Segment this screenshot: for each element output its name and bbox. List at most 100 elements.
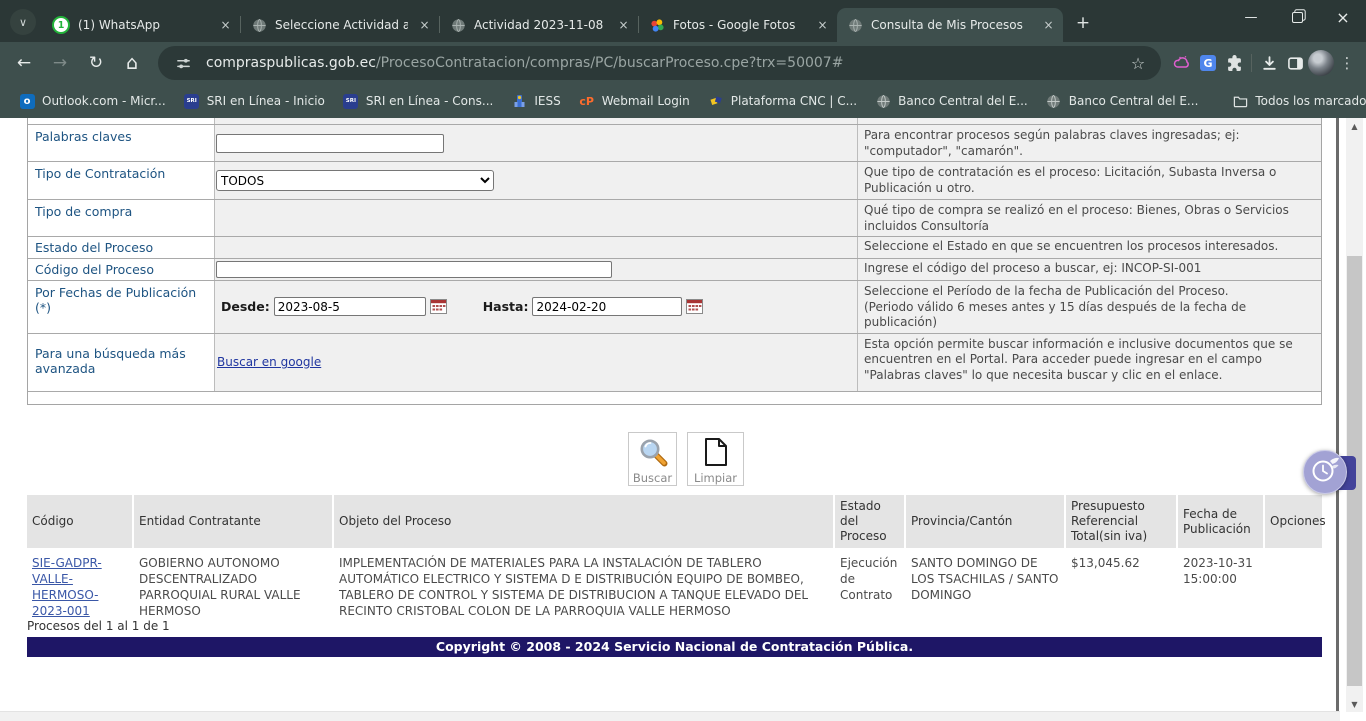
horizontal-scrollbar[interactable] [0,711,1340,721]
globe-icon [875,93,891,109]
limpiar-label: Limpiar [694,471,737,485]
window-controls: — × [1228,0,1366,42]
cpanel-icon: cP [579,93,595,109]
scroll-down-arrow[interactable]: ▼ [1346,696,1363,712]
forward-button[interactable]: → [44,47,76,79]
close-tab-icon[interactable]: × [416,17,433,34]
extensions-puzzle-icon[interactable] [1221,50,1247,76]
outlook-icon: o [19,93,35,109]
url-text: compraspublicas.gob.ec/ProcesoContrataci… [206,55,1125,71]
close-tab-icon[interactable]: × [814,17,831,34]
site-settings-icon[interactable] [170,50,196,76]
close-tab-icon[interactable]: × [615,17,632,34]
scroll-up-arrow[interactable]: ▲ [1346,118,1363,134]
cell-provincia: SANTO DOMINGO DE LOS TSACHILAS / SANTO D… [906,548,1066,607]
bookmark-star-icon[interactable]: ☆ [1125,50,1151,76]
field-description: Seleccione el Estado en que se encuentre… [858,237,1321,258]
reload-button[interactable]: ↻ [80,47,112,79]
field-description: Qué tipo de compra se realizó en el proc… [858,200,1321,236]
bookmark-cnc[interactable]: Plataforma CNC | C... [701,90,864,112]
right-edge-divider [1336,118,1339,721]
bookmark-banco-central-2[interactable]: Banco Central del E... [1039,90,1206,112]
extension-cloud-icon[interactable] [1169,50,1195,76]
cnc-icon [708,93,724,109]
close-window-button[interactable]: × [1320,0,1366,34]
whatsapp-icon: 1 [52,16,70,34]
field-label: Por Fechas de Publicación (*) [28,281,214,333]
tipo-contratacion-select[interactable]: TODOS [216,170,494,191]
field-label: Código del Proceso [28,259,214,280]
translate-icon[interactable]: G [1195,50,1221,76]
address-bar[interactable]: compraspublicas.gob.ec/ProcesoContrataci… [158,46,1161,80]
restore-button[interactable] [1274,0,1320,34]
form-row-codigo-proceso: Código del Proceso Ingrese el código del… [28,258,1321,280]
column-header-presupuesto: Presupuesto Referencial Total(sin iva) [1066,495,1178,548]
new-tab-button[interactable]: + [1069,9,1097,37]
calendar-icon[interactable] [686,299,703,314]
calendar-icon[interactable] [430,299,447,314]
form-row-tipo-contratacion: Tipo de Contratación TODOS Que tipo de c… [28,161,1321,199]
page-content: Palabras claves Para encontrar procesos … [0,118,1366,721]
buscar-en-google-link[interactable]: Buscar en google [217,355,321,369]
tab-search-button[interactable]: ∨ [10,9,36,35]
column-header-estado: Estado del Proceso [835,495,906,548]
bookmark-sri-inicio[interactable]: SRI SRI en Línea - Inicio [177,90,332,112]
close-tab-icon[interactable]: × [217,17,234,34]
globe-icon [251,17,267,33]
results-table: Código Entidad Contratante Objeto del Pr… [27,495,1322,623]
form-row-filler [28,391,1321,404]
url-path: /ProcesoContratacion/compras/PC/buscarPr… [376,55,843,71]
field-label: Tipo de compra [28,200,214,236]
close-tab-icon[interactable]: × [1040,17,1057,34]
minimize-button[interactable]: — [1228,0,1274,34]
winged-clock-icon [1308,453,1342,491]
copyright-bar: Copyright © 2008 - 2024 Servicio Naciona… [27,637,1322,657]
vertical-scrollbar[interactable]: ▲ ▼ [1346,118,1363,712]
bookmark-outlook[interactable]: o Outlook.com - Micr... [12,90,173,112]
field-description: Que tipo de contratación es el proceso: … [858,162,1321,199]
proceso-code-link[interactable]: SIE-GADPR-VALLE-HERMOSO-2023-001 [32,556,102,618]
cell-presupuesto: $13,045.62 [1066,548,1178,575]
home-button[interactable]: ⌂ [116,47,148,79]
bookmark-banco-central-1[interactable]: Banco Central del E... [868,90,1035,112]
tab-title: Seleccione Actividad a modi [275,18,408,32]
tab-title: (1) WhatsApp [78,18,209,32]
tab-seleccione-actividad[interactable]: Seleccione Actividad a modi × [241,8,439,42]
bookmark-webmail[interactable]: cP Webmail Login [572,90,697,112]
fecha-hasta-input[interactable] [532,297,682,316]
tab-actividad[interactable]: Actividad 2023-11-08 08:00:0 × [440,8,638,42]
timer-extension-widget[interactable] [1303,450,1347,494]
cell-opciones [1265,548,1322,559]
buscar-button[interactable]: Buscar [628,432,677,486]
bookmark-iess[interactable]: IESS [504,90,567,112]
form-row-cutoff [28,118,1321,124]
codigo-proceso-input[interactable] [216,261,612,278]
limpiar-button[interactable]: Limpiar [687,432,744,486]
fecha-desde-input[interactable] [274,297,426,316]
field-description: Esta opción permite buscar información e… [858,334,1321,391]
column-header-objeto: Objeto del Proceso [334,495,835,548]
tab-consulta-procesos-active[interactable]: Consulta de Mis Procesos × [837,8,1063,42]
desde-label: Desde: [221,299,270,314]
back-button[interactable]: ← [8,47,40,79]
form-row-palabras-claves: Palabras claves Para encontrar procesos … [28,124,1321,161]
globe-icon [847,17,863,33]
browser-menu-icon[interactable]: ⋮ [1334,50,1360,76]
profile-avatar[interactable] [1308,50,1334,76]
bookmark-label: Banco Central del E... [1069,94,1199,108]
cell-fecha: 2023-10-31 15:00:00 [1178,548,1265,591]
field-description: Ingrese el código del proceso a buscar, … [858,259,1321,280]
all-bookmarks[interactable]: Todos los marcadores [1225,90,1366,112]
tab-google-fotos[interactable]: Fotos - Google Fotos × [639,8,837,42]
bookmark-sri-consultas[interactable]: SRI SRI en Línea - Cons... [336,90,500,112]
field-label: Estado del Proceso [28,237,214,258]
column-header-provincia: Provincia/Cantón [906,495,1066,548]
downloads-icon[interactable] [1256,50,1282,76]
side-panel-icon[interactable] [1282,50,1308,76]
bookmark-label: Outlook.com - Micr... [42,94,166,108]
palabras-claves-input[interactable] [216,134,444,153]
iess-icon [511,93,527,109]
tab-whatsapp[interactable]: 1 (1) WhatsApp × [42,8,240,42]
url-domain: compraspublicas.gob.ec [206,55,376,71]
browser-toolbar: ← → ↻ ⌂ compraspublicas.gob.ec/ProcesoCo… [0,42,1366,84]
